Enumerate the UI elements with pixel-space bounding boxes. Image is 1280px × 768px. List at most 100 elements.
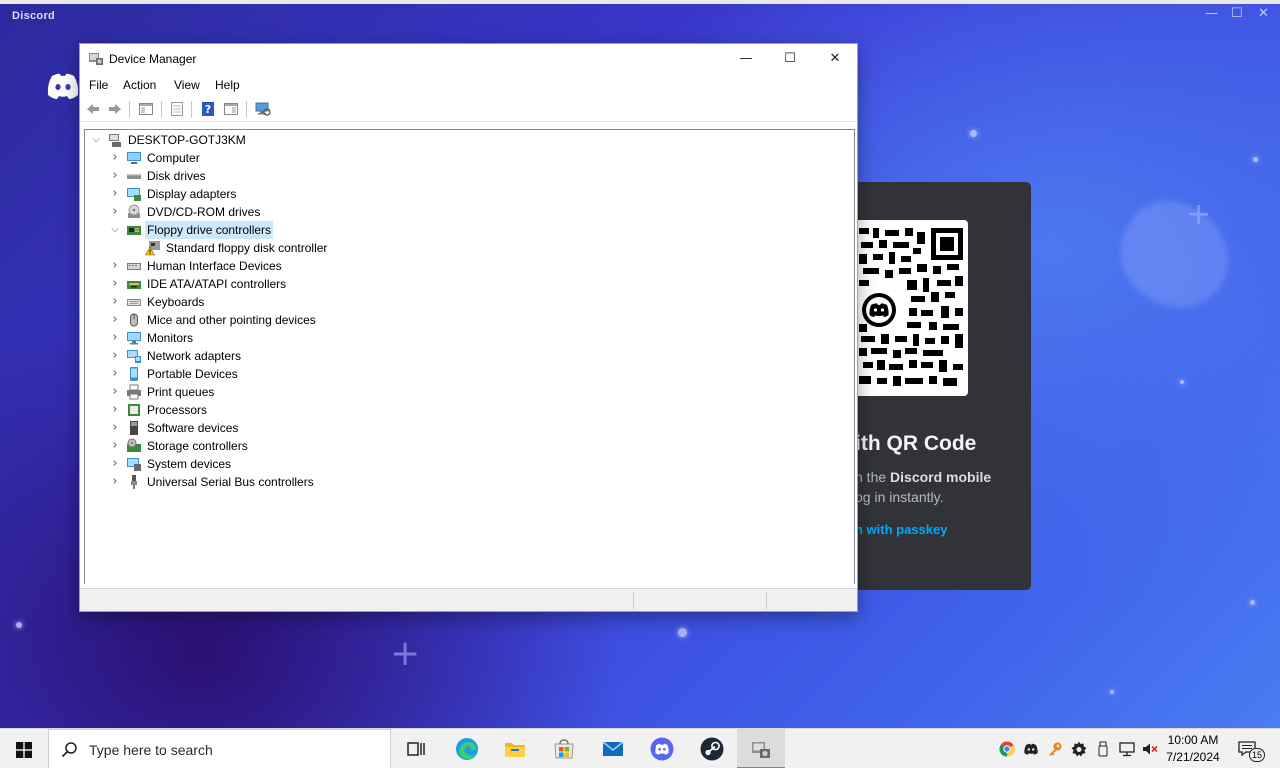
settings-tray-icon[interactable]: [1071, 741, 1087, 757]
tree-root[interactable]: ⌵ DESKTOP-GOTJ3KM: [85, 131, 385, 149]
help-icon[interactable]: ?: [200, 101, 216, 117]
tree-category-row[interactable]: › Keyboards: [85, 293, 685, 311]
clock-date[interactable]: 7/21/2024: [1162, 750, 1224, 764]
tree-category-row[interactable]: › Human Interface Devices: [85, 257, 685, 275]
toolbar-separator: [129, 101, 130, 118]
tree-item-label: Print queues: [147, 385, 215, 399]
star-decoration: [1180, 380, 1184, 384]
taskbar-search-box[interactable]: Type here to search: [48, 729, 391, 768]
expand-chevron-icon[interactable]: ›: [110, 203, 120, 221]
mail-taskbar-button[interactable]: [589, 729, 637, 768]
tree-category-row[interactable]: › Print queues: [85, 383, 685, 401]
network-tray-icon[interactable]: [1119, 741, 1135, 757]
discord-taskbar-button[interactable]: [638, 729, 686, 768]
expand-chevron-icon[interactable]: ›: [110, 275, 120, 293]
expand-chevron-icon[interactable]: ›: [110, 329, 120, 347]
edge-taskbar-button[interactable]: [443, 729, 491, 768]
qr-code-icon[interactable]: [859, 228, 963, 388]
file-explorer-taskbar-button[interactable]: [491, 729, 539, 768]
expand-chevron-icon[interactable]: ›: [110, 167, 120, 185]
expand-chevron-icon[interactable]: ›: [110, 401, 120, 419]
tree-category-row[interactable]: ⌵ Floppy drive controllers: [85, 221, 685, 239]
keyboard-icon: [127, 299, 141, 306]
device-tree[interactable]: ⌵ DESKTOP-GOTJ3KM › Computer › Disk drives ›…: [84, 129, 855, 584]
system-device-icon: [127, 458, 141, 471]
tree-device-row[interactable]: Standard floppy disk controller: [85, 239, 685, 257]
tree-category-row[interactable]: › Universal Serial Bus controllers: [85, 473, 685, 491]
menu-file[interactable]: File: [89, 78, 108, 92]
collapse-chevron-icon[interactable]: ⌵: [110, 221, 120, 239]
printer-icon: [127, 384, 141, 400]
collapse-chevron-icon[interactable]: ⌵: [91, 131, 101, 149]
microsoft-store-taskbar-button[interactable]: [540, 729, 588, 768]
passkey-login-link[interactable]: n with passkey: [855, 522, 947, 537]
clock-time[interactable]: 10:00 AM: [1162, 733, 1224, 747]
discord-tray-icon[interactable]: [1023, 741, 1039, 757]
tree-category-row[interactable]: › Software devices: [85, 419, 685, 437]
notification-count-badge: 15: [1249, 748, 1265, 762]
start-button[interactable]: [0, 729, 48, 768]
discord-close-button[interactable]: ✕: [1258, 6, 1269, 21]
edge-icon: [456, 738, 478, 760]
usb-tray-icon[interactable]: [1095, 741, 1111, 757]
star-decoration: [678, 628, 687, 637]
store-icon: [554, 739, 574, 759]
device-manager-taskbar-button[interactable]: [737, 729, 785, 768]
status-separator: [766, 592, 767, 609]
warning-controller-icon: [145, 241, 160, 256]
chrome-tray-icon[interactable]: [999, 741, 1015, 757]
expand-chevron-icon[interactable]: ›: [110, 347, 120, 365]
notification-center-button[interactable]: 15: [1233, 737, 1267, 763]
action-pane-icon[interactable]: [223, 101, 239, 117]
tree-category-row[interactable]: › System devices: [85, 455, 685, 473]
maximize-button[interactable]: ☐: [767, 44, 813, 73]
tree-category-row[interactable]: › Display adapters: [85, 185, 685, 203]
expand-chevron-icon[interactable]: ›: [110, 149, 120, 167]
tree-category-row[interactable]: › Storage controllers: [85, 437, 685, 455]
close-button[interactable]: ✕: [812, 44, 858, 73]
tree-category-row[interactable]: › IDE ATA/ATAPI controllers: [85, 275, 685, 293]
menu-action[interactable]: Action: [123, 78, 156, 92]
steam-taskbar-button[interactable]: [688, 729, 736, 768]
tree-category-row[interactable]: › Portable Devices: [85, 365, 685, 383]
tree-category-row[interactable]: › Processors: [85, 401, 685, 419]
expand-chevron-icon[interactable]: ›: [110, 383, 120, 401]
tree-category-row[interactable]: › DVD/CD-ROM drives: [85, 203, 685, 221]
expand-chevron-icon[interactable]: ›: [110, 311, 120, 329]
show-hide-console-tree-icon[interactable]: [138, 101, 154, 117]
tree-category-row[interactable]: › Computer: [85, 149, 685, 167]
expand-chevron-icon[interactable]: ›: [110, 257, 120, 275]
tree-category-row[interactable]: › Network adapters: [85, 347, 685, 365]
tree-category-row[interactable]: › Disk drives: [85, 167, 685, 185]
storage-controller-icon: [127, 438, 141, 452]
expand-chevron-icon[interactable]: ›: [110, 293, 120, 311]
device-manager-titlebar[interactable]: Device Manager — ☐ ✕: [80, 44, 857, 73]
expand-chevron-icon[interactable]: ›: [110, 473, 120, 491]
floppy-controller-icon: [127, 226, 141, 235]
volume-muted-icon[interactable]: [1142, 741, 1158, 757]
expand-chevron-icon[interactable]: ›: [110, 365, 120, 383]
forward-arrow-icon[interactable]: [107, 101, 123, 117]
menu-view[interactable]: View: [174, 78, 200, 92]
ide-controller-icon: [127, 281, 141, 289]
minimize-button[interactable]: —: [723, 44, 769, 73]
menu-help[interactable]: Help: [215, 78, 240, 92]
disk-drive-icon: [127, 174, 141, 179]
window-top-edge: [0, 0, 1280, 4]
scan-hardware-icon[interactable]: [255, 101, 271, 117]
discord-minimize-button[interactable]: —: [1205, 6, 1218, 21]
expand-chevron-icon[interactable]: ›: [110, 455, 120, 473]
tree-category-row[interactable]: › Monitors: [85, 329, 685, 347]
discord-maximize-button[interactable]: ☐: [1231, 6, 1243, 21]
properties-icon[interactable]: [169, 101, 185, 117]
expand-chevron-icon[interactable]: ›: [110, 419, 120, 437]
expand-chevron-icon[interactable]: ›: [110, 437, 120, 455]
tree-category-row[interactable]: › Mice and other pointing devices: [85, 311, 685, 329]
key-tray-icon[interactable]: [1047, 741, 1063, 757]
tree-item-label: Human Interface Devices: [147, 259, 282, 273]
tree-item-label: Software devices: [147, 421, 239, 435]
expand-chevron-icon[interactable]: ›: [110, 185, 120, 203]
task-view-button[interactable]: [392, 729, 440, 768]
tree-item-label: Standard floppy disk controller: [166, 241, 328, 255]
back-arrow-icon[interactable]: [85, 101, 101, 117]
